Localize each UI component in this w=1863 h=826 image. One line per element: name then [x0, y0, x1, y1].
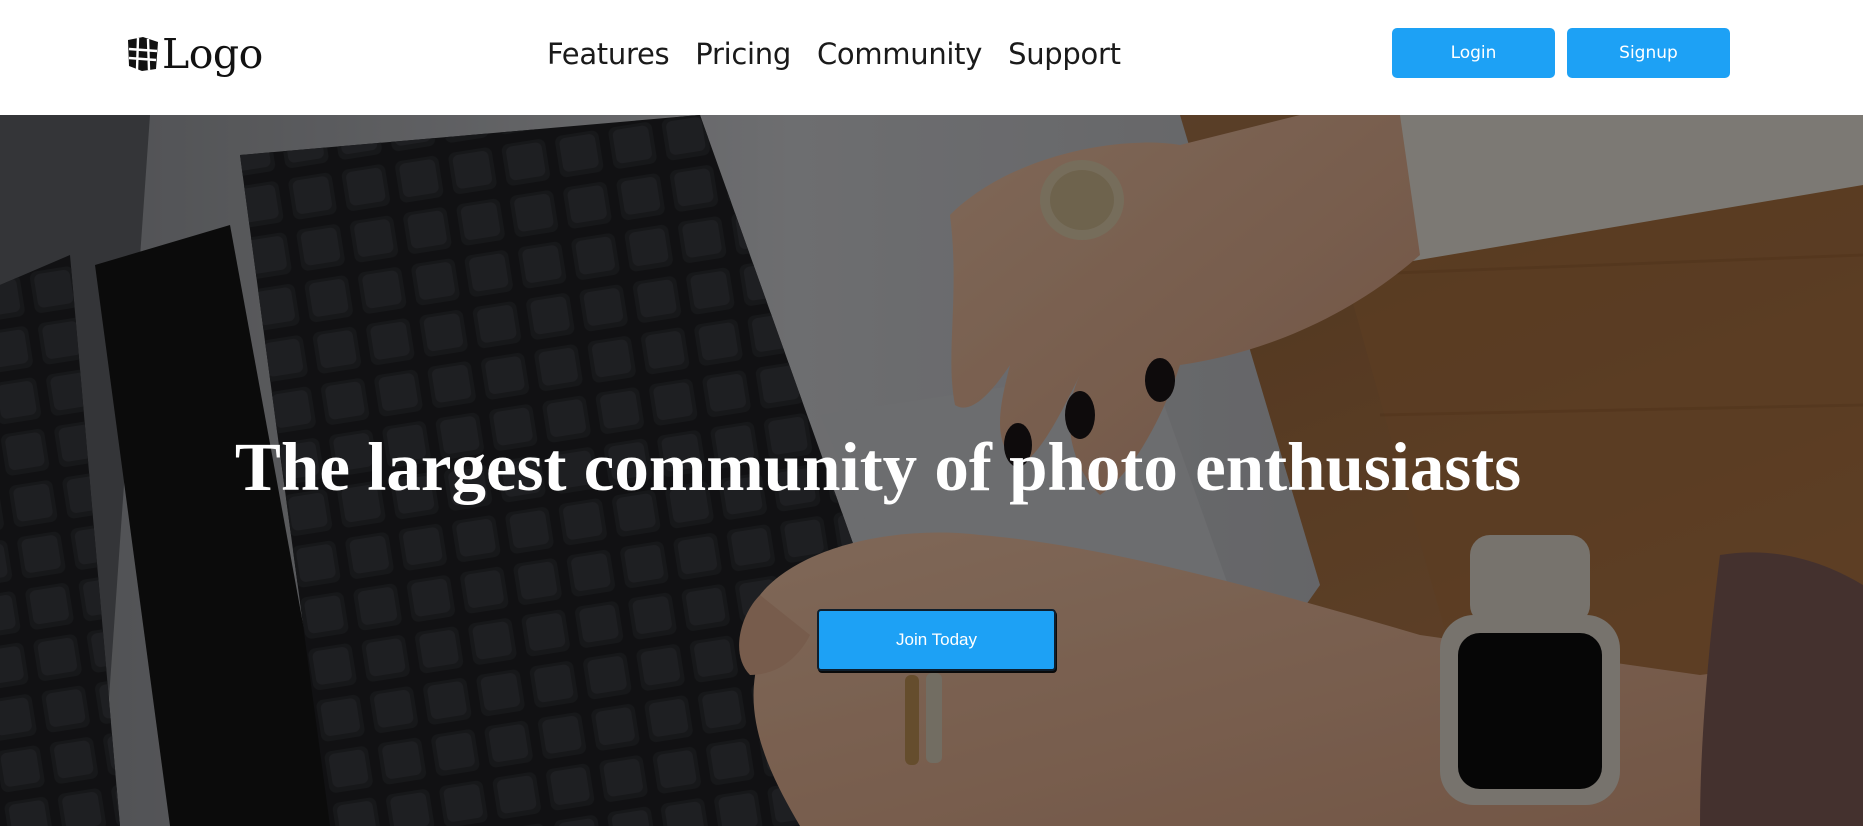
- hero-title: The largest community of photo enthusias…: [234, 429, 1522, 505]
- nav-link-pricing[interactable]: Pricing: [695, 37, 791, 71]
- main-nav: Features Pricing Community Support: [547, 34, 1121, 74]
- cube-logo-icon: [126, 36, 160, 72]
- nav-link-features[interactable]: Features: [547, 37, 670, 71]
- join-today-button[interactable]: Join Today: [817, 609, 1056, 671]
- hero-section: The largest community of photo enthusias…: [0, 115, 1863, 826]
- nav-link-community[interactable]: Community: [817, 37, 982, 71]
- signup-button[interactable]: Signup: [1567, 28, 1730, 78]
- site-header: Logo Features Pricing Community Support …: [0, 0, 1863, 115]
- nav-link-support[interactable]: Support: [1008, 37, 1121, 71]
- logo[interactable]: Logo: [126, 28, 263, 80]
- logo-text: Logo: [162, 29, 263, 78]
- login-button[interactable]: Login: [1392, 28, 1555, 78]
